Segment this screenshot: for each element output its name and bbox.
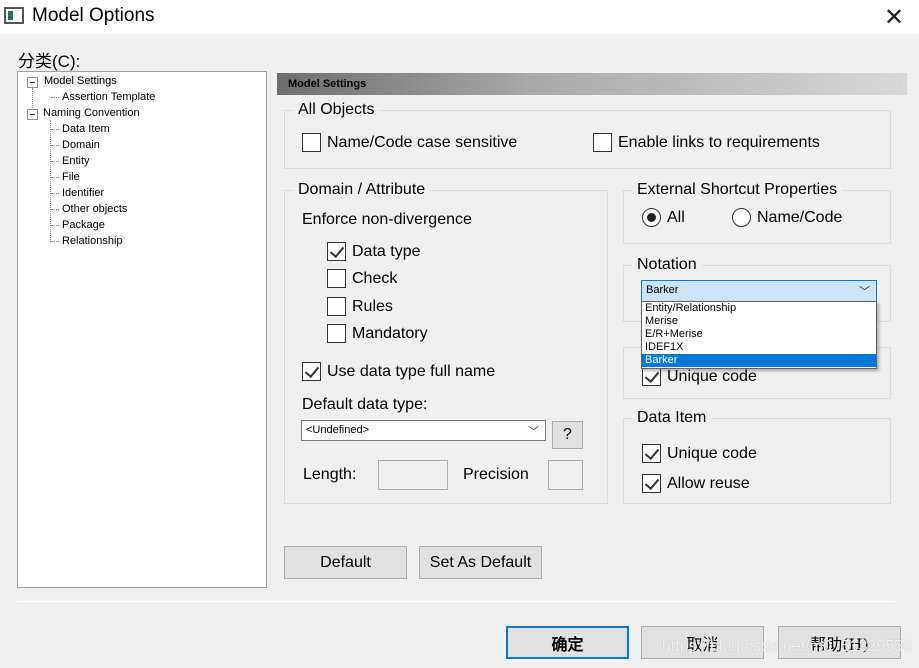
option-idef1x[interactable]: IDEF1X (642, 341, 876, 354)
notation-dropdown-list[interactable]: Entity/Relationship Merise E/R+Merise ID… (641, 301, 877, 369)
data-item-unique-code-checkbox[interactable]: Unique code (642, 444, 757, 463)
default-type-label: Default data type: (302, 396, 428, 413)
enable-links-checkbox[interactable]: Enable links to requirements (593, 133, 820, 152)
allow-reuse-checkbox[interactable]: Allow reuse (642, 474, 750, 493)
window-title: Model Options (32, 5, 155, 26)
length-label: Length: (303, 466, 357, 483)
option-barker[interactable]: Barker (642, 354, 876, 367)
category-label: 分类(C): (18, 52, 81, 71)
notation-select[interactable]: Barker ﹀ (641, 280, 877, 302)
group-title: Data Item (632, 409, 712, 427)
close-icon[interactable]: ✕ (884, 3, 904, 32)
watermark: https://blog.csdn.net/m0_51329556 (662, 638, 912, 655)
option-entity-relationship[interactable]: Entity/Relationship (642, 302, 876, 315)
default-type-select[interactable]: <Undefined> ﹀ (301, 420, 546, 441)
relationship-unique-code-checkbox[interactable]: Unique code (642, 367, 757, 386)
category-tree[interactable]: Model Settings Assertion Template Naming… (17, 71, 267, 588)
tree-item-model-settings[interactable]: Model Settings (42, 75, 119, 87)
tree-item-naming-convention[interactable]: Naming Convention (43, 107, 140, 119)
help-type-button[interactable]: ? (552, 421, 583, 449)
chevron-down-icon: ﹀ (859, 286, 870, 298)
tree-item-relationship[interactable]: Relationship (62, 235, 123, 247)
default-button[interactable]: Default (284, 546, 407, 579)
option-merise[interactable]: Merise (642, 315, 876, 328)
tree-item-package[interactable]: Package (62, 219, 105, 231)
tree-item-domain[interactable]: Domain (62, 139, 100, 151)
chevron-down-icon: ﹀ (528, 426, 539, 438)
panel-header: Model Settings (277, 73, 907, 95)
precision-label: Precision (463, 466, 529, 483)
mandatory-checkbox[interactable]: Mandatory (327, 324, 428, 343)
collapse-icon[interactable] (27, 109, 38, 120)
collapse-icon[interactable] (27, 77, 38, 88)
group-title: Domain / Attribute (293, 181, 431, 199)
tree-item-file[interactable]: File (62, 171, 80, 183)
tree-item-assertion-template[interactable]: Assertion Template (62, 91, 155, 103)
length-input[interactable] (378, 460, 448, 490)
name-code-case-checkbox[interactable]: Name/Code case sensitive (302, 133, 517, 152)
rules-checkbox[interactable]: Rules (327, 297, 393, 316)
group-title: Notation (632, 256, 702, 274)
option-er-merise[interactable]: E/R+Merise (642, 328, 876, 341)
ok-button[interactable]: 确定 (506, 626, 629, 659)
precision-input[interactable] (548, 460, 583, 490)
radio-all[interactable]: All (642, 208, 685, 227)
check-checkbox[interactable]: Check (327, 269, 397, 288)
use-full-name-checkbox[interactable]: Use data type full name (302, 362, 495, 381)
divider (17, 601, 895, 602)
set-as-default-button[interactable]: Set As Default (419, 546, 542, 579)
app-icon (4, 7, 24, 24)
enforce-label: Enforce non-divergence (302, 211, 472, 228)
group-title: All Objects (293, 101, 380, 119)
tree-item-entity[interactable]: Entity (62, 155, 90, 167)
radio-name-code[interactable]: Name/Code (732, 208, 842, 227)
domain-attribute-group: Domain / Attribute (284, 181, 608, 504)
tree-item-identifier[interactable]: Identifier (62, 187, 104, 199)
group-title: External Shortcut Properties (632, 181, 843, 199)
tree-item-other-objects[interactable]: Other objects (62, 203, 127, 215)
tree-item-data-item[interactable]: Data Item (62, 123, 110, 135)
data-type-checkbox[interactable]: Data type (327, 242, 420, 261)
